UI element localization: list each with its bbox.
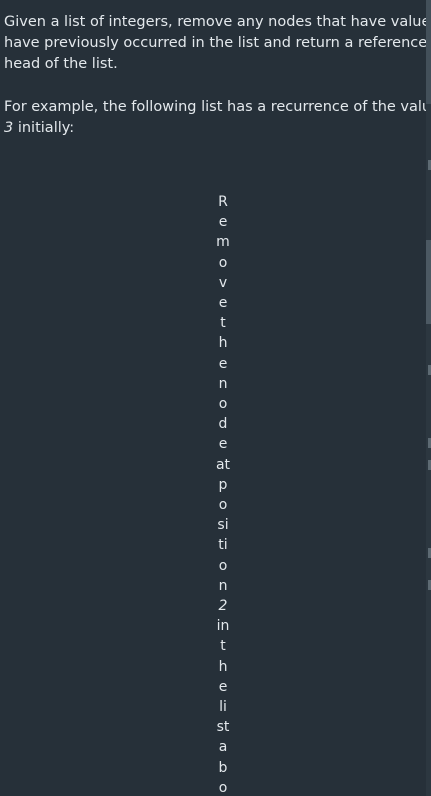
example-description: For example, the following list has a re…	[4, 97, 431, 139]
alt-text-fragment: at	[215, 456, 231, 473]
recurring-value: 3	[4, 120, 14, 136]
example-line: 3 initially:	[4, 118, 428, 139]
alt-text-fragment: e	[218, 355, 228, 372]
alt-text-fragment: a	[218, 739, 228, 756]
example-line-rest: initially:	[13, 120, 75, 136]
description-line: have previously occurred in the list and…	[4, 35, 431, 51]
alt-text-fragment: p	[218, 476, 228, 493]
alt-text-fragment: ti	[218, 537, 228, 554]
problem-description: Given a list of integers, remove any nod…	[4, 12, 431, 75]
alt-text-fragment: o	[218, 779, 228, 796]
alt-text-fragment: n	[218, 577, 228, 594]
alt-text-fragment: 2	[218, 598, 228, 615]
description-line: head of the list.	[4, 56, 118, 72]
alt-text-fragment: e	[218, 295, 228, 312]
alt-text-fragment: t	[220, 638, 226, 655]
alt-text-fragment: in	[216, 618, 230, 635]
alt-text-fragment: t	[220, 315, 226, 332]
alt-text-fragment: e	[218, 678, 228, 695]
scrollbar-thumb[interactable]	[426, 240, 431, 324]
example-line: For example, the following list has a re…	[4, 99, 431, 115]
alt-text-fragment: o	[218, 557, 228, 574]
alt-text-fragment: m	[216, 234, 230, 251]
alt-text-fragment: st	[216, 719, 230, 736]
problem-statement-page: Given a list of integers, remove any nod…	[0, 0, 431, 796]
scrollbar-segment	[426, 0, 431, 104]
scrollbar[interactable]	[426, 0, 431, 796]
alt-text-fragment: o	[218, 396, 228, 413]
alt-text-fragment: o	[218, 254, 228, 271]
alt-text-fragment: si	[217, 517, 229, 534]
alt-text-fragment: o	[218, 497, 228, 514]
alt-text-fragment: b	[218, 759, 228, 776]
alt-text-fragment: h	[218, 658, 228, 675]
alt-text-fragment: R	[218, 194, 228, 210]
alt-text-fragment: h	[218, 335, 228, 352]
description-line: Given a list of integers, remove any nod…	[4, 14, 431, 30]
alt-text-fragment: li	[219, 699, 227, 716]
alt-text-fragment: e	[218, 214, 228, 231]
alt-text-fragment: v	[218, 274, 228, 291]
alt-text-fragment: n	[218, 375, 228, 392]
alt-text-fragment: e	[218, 436, 228, 453]
alt-text-fragment: d	[218, 416, 228, 433]
broken-image-alt-text: R e m o v e t h e n o d e at p o si ti o…	[203, 192, 243, 796]
